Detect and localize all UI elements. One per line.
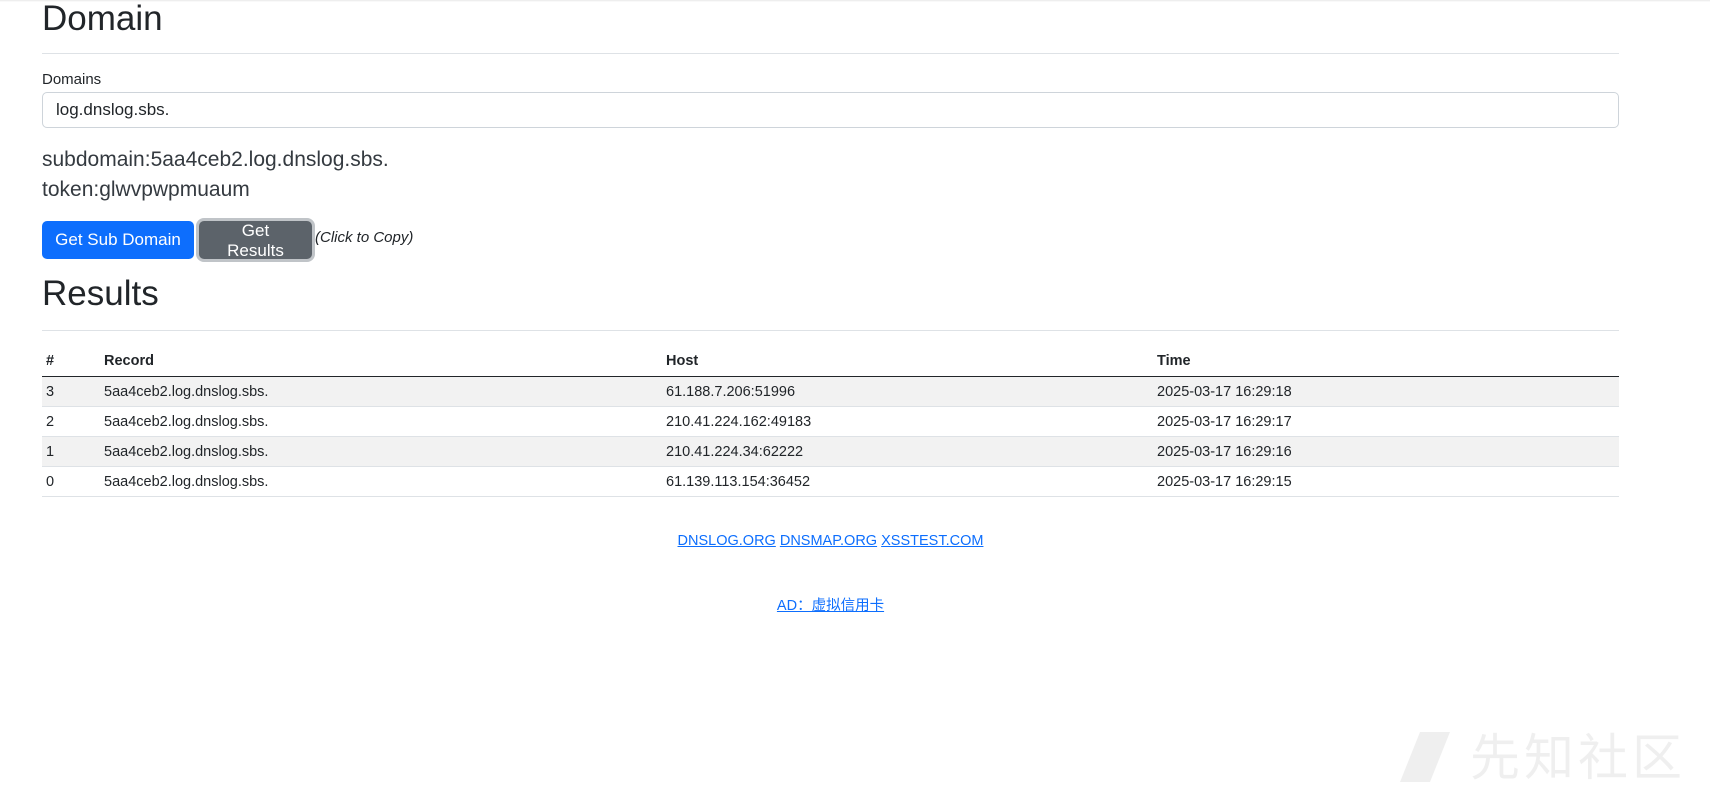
results-heading: Results: [42, 274, 159, 313]
cell-record: 5aa4ceb2.log.dnslog.sbs.: [100, 406, 662, 437]
column-header-index: #: [42, 346, 100, 377]
column-header-time: Time: [1153, 346, 1619, 377]
subdomain-text[interactable]: subdomain:5aa4ceb2.log.dnslog.sbs.: [42, 148, 389, 172]
watermark-logo-icon: [1400, 732, 1450, 782]
ad-link[interactable]: AD：虚拟信用卡: [777, 598, 884, 614]
cell-host: 210.41.224.162:49183: [662, 406, 1153, 437]
cell-index: 2: [42, 406, 100, 437]
token-text: token:glwvpwpmuaum: [42, 178, 250, 201]
cell-host: 210.41.224.34:62222: [662, 436, 1153, 467]
column-header-record: Record: [100, 346, 662, 377]
link-dnsmap-org[interactable]: DNSMAP.ORG: [780, 533, 877, 549]
footer-links: DNSLOG.ORG DNSMAP.ORG XSSTEST.COM: [42, 533, 1619, 549]
cell-time: 2025-03-17 16:29:17: [1153, 406, 1619, 437]
cell-record: 5aa4ceb2.log.dnslog.sbs.: [100, 376, 662, 407]
results-table: # Record Host Time 3 5aa4ceb2.log.dnslog…: [42, 346, 1619, 497]
table-row: 3 5aa4ceb2.log.dnslog.sbs. 61.188.7.206:…: [42, 376, 1619, 407]
column-header-host: Host: [662, 346, 1153, 377]
copy-hint: (Click to Copy): [315, 229, 414, 246]
cell-time: 2025-03-17 16:29:15: [1153, 466, 1619, 497]
domain-divider: [42, 53, 1619, 54]
table-row: 0 5aa4ceb2.log.dnslog.sbs. 61.139.113.15…: [42, 466, 1619, 497]
cell-index: 0: [42, 466, 100, 497]
cell-index: 1: [42, 436, 100, 467]
domains-input[interactable]: [42, 92, 1619, 128]
link-dnslog-org[interactable]: DNSLOG.ORG: [678, 533, 776, 549]
cell-time: 2025-03-17 16:29:18: [1153, 376, 1619, 407]
watermark: 先知社区: [1400, 728, 1700, 788]
cell-record: 5aa4ceb2.log.dnslog.sbs.: [100, 436, 662, 467]
results-divider: [42, 330, 1619, 331]
cell-time: 2025-03-17 16:29:16: [1153, 436, 1619, 467]
watermark-text: 先知社区: [1470, 729, 1686, 787]
table-row: 2 5aa4ceb2.log.dnslog.sbs. 210.41.224.16…: [42, 406, 1619, 437]
cell-host: 61.188.7.206:51996: [662, 376, 1153, 407]
top-shadow: [0, 0, 1710, 2]
link-xsstest-com[interactable]: XSSTEST.COM: [881, 533, 983, 549]
domains-label: Domains: [42, 71, 102, 88]
get-results-button[interactable]: Get Results: [199, 221, 312, 260]
get-sub-domain-button[interactable]: Get Sub Domain: [42, 221, 194, 259]
domain-heading: Domain: [42, 0, 163, 38]
cell-index: 3: [42, 376, 100, 407]
table-header-row: # Record Host Time: [42, 346, 1619, 377]
table-row: 1 5aa4ceb2.log.dnslog.sbs. 210.41.224.34…: [42, 436, 1619, 467]
cell-record: 5aa4ceb2.log.dnslog.sbs.: [100, 466, 662, 497]
cell-host: 61.139.113.154:36452: [662, 466, 1153, 497]
ad-block: AD：虚拟信用卡: [42, 594, 1619, 615]
